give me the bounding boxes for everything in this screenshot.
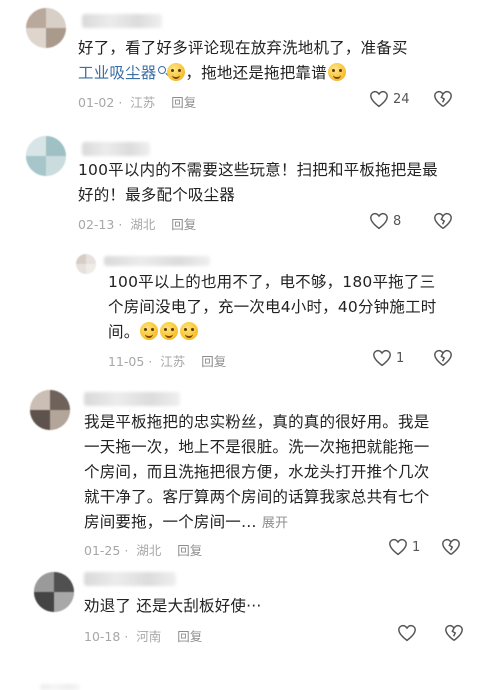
comment-date: 01-02 — [78, 95, 115, 110]
dislike-button[interactable] — [441, 538, 461, 560]
username-blurred[interactable] — [82, 142, 150, 156]
heart-outline-icon — [370, 90, 388, 108]
comment-meta: 10-18 · 河南 回复 — [84, 629, 203, 644]
like-button[interactable]: 1 — [372, 349, 404, 367]
like-button[interactable] — [397, 624, 417, 642]
dislike-button[interactable] — [433, 212, 453, 234]
comment-meta: 01-02 · 江苏 回复 — [78, 95, 197, 110]
heart-outline-icon — [389, 538, 407, 556]
search-icon[interactable] — [157, 66, 166, 74]
broken-heart-outline-icon — [434, 90, 452, 107]
comment-text: 好了，看了好多评论现在放弃洗地机了，准备买 工业吸尘器 ，拖地还是拖把靠谱 — [78, 39, 408, 82]
broken-heart-outline-icon — [434, 349, 452, 366]
like-button[interactable]: 8 — [369, 212, 401, 230]
grin-emoji-icon — [180, 322, 199, 340]
comment-text: 我是平板拖把的忠实粉丝，真的真的很好用。我是 一天拖一次，地上不是很脏。洗一次拖… — [84, 413, 430, 531]
comment-meta: 02-13 · 湖北 回复 — [78, 217, 197, 232]
username-blurred[interactable] — [84, 392, 180, 406]
heart-outline-icon — [370, 212, 388, 230]
heart-outline-icon — [373, 349, 391, 367]
comment-5: 劝退了 还是大刮板好使··· 10-18 · 河南 回复 — [0, 564, 504, 684]
comment-location: 江苏 — [160, 354, 186, 369]
comment-location: 湖北 — [130, 217, 156, 232]
dislike-button[interactable] — [433, 90, 453, 112]
like-count: 1 — [412, 539, 421, 555]
comment-date: 10-18 — [84, 629, 121, 644]
comment-date: 01-25 — [84, 543, 121, 558]
avatar[interactable] — [30, 390, 70, 430]
search-link[interactable]: 工业吸尘器 — [78, 64, 157, 82]
comment-4: 我是平板拖把的忠实粉丝，真的真的很好用。我是 一天拖一次，地上不是很脏。洗一次拖… — [0, 384, 504, 564]
comment-location: 江苏 — [130, 95, 156, 110]
dislike-button[interactable] — [433, 349, 453, 371]
comment-2: 100平以内的不需要这些玩意！扫把和平板拖把是最 好的！最多配个吸尘器 02-1… — [0, 128, 504, 248]
comment-3-reply: 100平以上的也用不了，电不够，180平拖了三 个房间没电了，充一次电4小时，4… — [0, 248, 504, 378]
avatar[interactable] — [76, 254, 96, 274]
username-blurred[interactable] — [104, 256, 210, 266]
grin-emoji-icon — [160, 322, 179, 340]
next-comment-blurred — [40, 684, 80, 690]
comment-meta: 11-05 · 江苏 回复 — [108, 354, 227, 369]
like-button[interactable]: 1 — [388, 538, 420, 556]
like-count: 24 — [393, 91, 410, 107]
dislike-button[interactable] — [444, 624, 464, 646]
avatar[interactable] — [26, 136, 66, 176]
like-button[interactable]: 24 — [369, 90, 410, 108]
comment-date: 11-05 — [108, 354, 145, 369]
avatar[interactable] — [26, 8, 66, 48]
broken-heart-outline-icon — [445, 624, 463, 641]
avatar[interactable] — [34, 572, 74, 612]
comment-text: 100平以上的也用不了，电不够，180平拖了三 个房间没电了，充一次电4小时，4… — [108, 273, 437, 341]
username-blurred[interactable] — [82, 14, 162, 28]
heart-outline-icon — [398, 624, 416, 642]
laugh-cry-emoji-icon — [327, 63, 346, 81]
laugh-cry-emoji-icon — [166, 63, 185, 81]
comment-location: 湖北 — [136, 543, 162, 558]
reply-button[interactable]: 回复 — [177, 543, 202, 558]
comment-1: 好了，看了好多评论现在放弃洗地机了，准备买 工业吸尘器 ，拖地还是拖把靠谱 01-… — [0, 0, 504, 120]
expand-button[interactable]: 展开 — [262, 516, 288, 531]
reply-button[interactable]: 回复 — [201, 354, 226, 369]
grin-emoji-icon — [140, 322, 159, 340]
like-count: 8 — [393, 213, 402, 229]
comment-text: 劝退了 还是大刮板好使··· — [84, 597, 262, 615]
comment-text: 100平以内的不需要这些玩意！扫把和平板拖把是最 好的！最多配个吸尘器 — [78, 161, 438, 204]
comment-date: 02-13 — [78, 217, 115, 232]
reply-button[interactable]: 回复 — [177, 629, 202, 644]
reply-button[interactable]: 回复 — [171, 95, 196, 110]
comment-location: 河南 — [136, 629, 162, 644]
like-count: 1 — [396, 350, 405, 366]
reply-button[interactable]: 回复 — [171, 217, 196, 232]
comment-meta: 01-25 · 湖北 回复 — [84, 543, 203, 558]
username-blurred[interactable] — [84, 572, 176, 586]
broken-heart-outline-icon — [434, 212, 452, 229]
broken-heart-outline-icon — [442, 538, 460, 555]
